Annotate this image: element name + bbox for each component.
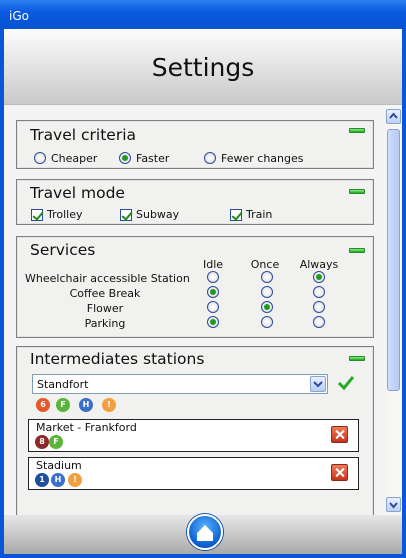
radio-coffee-once[interactable] — [261, 286, 273, 298]
checkbox-subway[interactable] — [120, 209, 132, 221]
line-badge: F — [49, 435, 63, 449]
line-badge: H — [79, 398, 93, 412]
scroll-up-button[interactable] — [386, 109, 401, 124]
column-header: Once — [250, 258, 280, 271]
line-badge: 1 — [35, 473, 49, 487]
radio-flower-idle[interactable] — [207, 301, 219, 313]
radio-cheaper[interactable] — [34, 152, 46, 164]
service-label: Flower — [86, 302, 124, 315]
radio-parking-idle[interactable] — [207, 316, 219, 328]
services-panel: Services Idle Once Always Wheelchair acc… — [16, 236, 374, 338]
scroll-thumb[interactable] — [387, 129, 400, 391]
station-name: Stadium — [36, 459, 82, 472]
station-select-value: Standfort — [37, 378, 89, 391]
client-area: Settings Travel criteria Cheaper Faster … — [4, 29, 402, 554]
option-label: Subway — [136, 208, 180, 221]
line-badge: 6 — [36, 398, 50, 412]
option-label: Faster — [136, 152, 170, 165]
collapse-toggle[interactable] — [349, 356, 365, 361]
option-label: Cheaper — [51, 152, 98, 165]
service-label: Coffee Break — [69, 287, 141, 300]
radio-wheelchair-idle[interactable] — [207, 271, 219, 283]
settings-scroll-area[interactable]: Travel criteria Cheaper Faster Fewer cha… — [4, 105, 402, 539]
panel-title: Intermediates stations — [30, 350, 205, 368]
collapse-toggle[interactable] — [349, 189, 365, 194]
line-badge: H — [51, 473, 65, 487]
close-icon[interactable] — [331, 426, 348, 443]
radio-flower-always[interactable] — [313, 301, 325, 313]
option-label: Trolley — [47, 208, 83, 221]
column-header: Idle — [202, 258, 224, 271]
panel-title: Travel mode — [30, 184, 125, 202]
travel-mode-panel: Travel mode Trolley Subway Train — [16, 179, 374, 225]
close-icon[interactable] — [331, 464, 348, 481]
service-label: Wheelchair accessible Station — [25, 272, 190, 285]
checkmark-icon[interactable] — [337, 375, 355, 391]
line-badge: ! — [102, 398, 116, 412]
line-badge: 8 — [35, 435, 49, 449]
panel-title: Services — [30, 241, 96, 259]
radio-faster[interactable] — [119, 152, 131, 164]
line-badge: ! — [68, 473, 82, 487]
app-window: iGo Settings Travel criteria Cheaper Fas… — [0, 0, 406, 558]
scroll-down-button[interactable] — [386, 497, 401, 512]
travel-criteria-panel: Travel criteria Cheaper Faster Fewer cha… — [16, 120, 374, 169]
radio-wheelchair-always[interactable] — [313, 271, 325, 283]
option-label: Train — [246, 208, 273, 221]
station-name: Market - Frankford — [36, 421, 137, 434]
window-title: iGo — [9, 9, 29, 23]
radio-fewer-changes[interactable] — [204, 152, 216, 164]
line-badge: F — [56, 398, 70, 412]
radio-flower-once[interactable] — [261, 301, 273, 313]
radio-coffee-always[interactable] — [313, 286, 325, 298]
title-bar: iGo — [0, 0, 406, 29]
vertical-scrollbar[interactable] — [386, 105, 401, 539]
panel-title: Travel criteria — [30, 126, 136, 144]
radio-wheelchair-once[interactable] — [261, 271, 273, 283]
checkbox-train[interactable] — [230, 209, 242, 221]
home-icon[interactable] — [187, 514, 223, 550]
collapse-toggle[interactable] — [349, 248, 365, 253]
radio-parking-once[interactable] — [261, 316, 273, 328]
station-select[interactable]: Standfort — [32, 374, 328, 394]
page-header: Settings — [4, 29, 402, 105]
radio-parking-always[interactable] — [313, 316, 325, 328]
checkbox-trolley[interactable] — [31, 209, 43, 221]
collapse-toggle[interactable] — [349, 128, 365, 133]
intermediates-panel: Intermediates stations Standfort 6 F H !… — [16, 346, 374, 517]
column-header: Always — [299, 258, 339, 271]
station-item: Stadium 1 H ! — [28, 457, 359, 490]
option-label: Fewer changes — [221, 152, 304, 165]
radio-coffee-idle[interactable] — [207, 286, 219, 298]
chevron-down-icon[interactable] — [310, 376, 326, 392]
station-item: Market - Frankford 8 F — [28, 419, 359, 452]
service-label: Parking — [84, 317, 126, 330]
page-title: Settings — [151, 53, 255, 82]
